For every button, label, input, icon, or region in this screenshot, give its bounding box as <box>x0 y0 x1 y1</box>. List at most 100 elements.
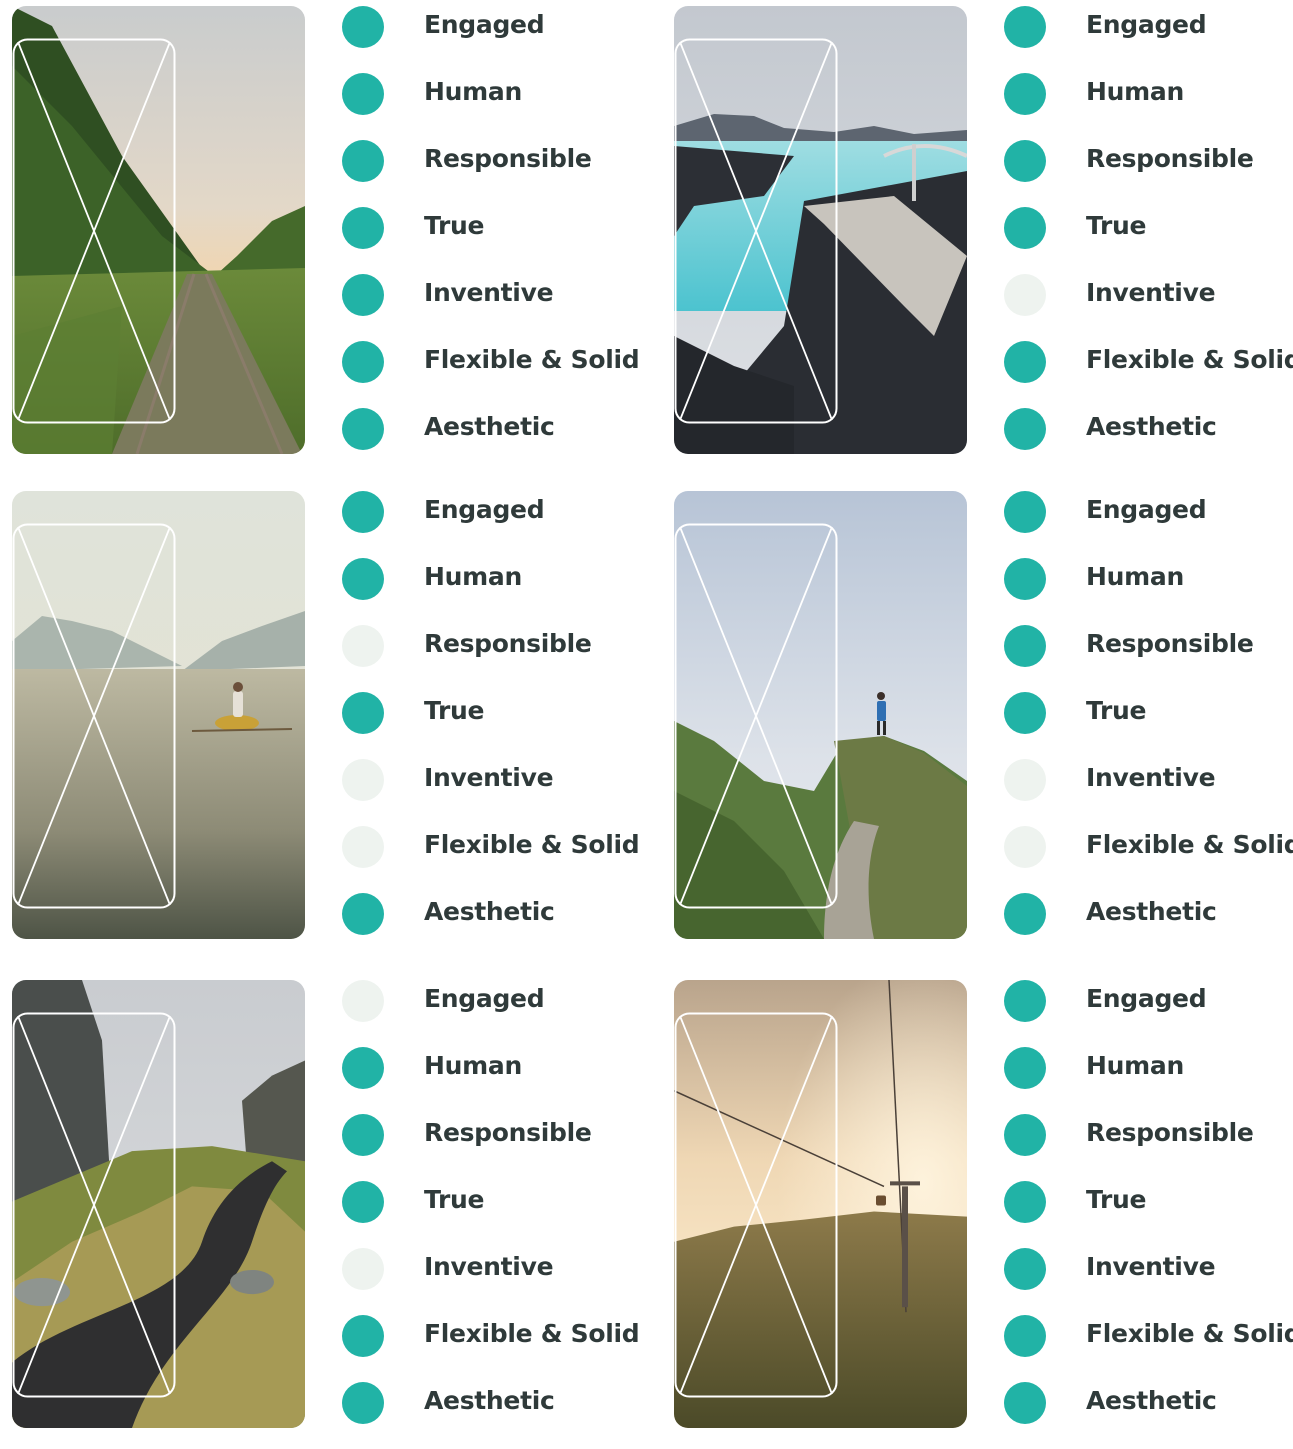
trait-inventive: Inventive <box>1004 1248 1293 1315</box>
trait-flexible-solid: Flexible & Solid <box>1004 1315 1293 1382</box>
trait-label: Human <box>424 77 522 106</box>
hiker-ridge-image <box>674 491 967 939</box>
trait-label: Human <box>1086 77 1184 106</box>
trait-list: Engaged Human Responsible True Inventive… <box>342 980 662 1449</box>
trait-label: Flexible & Solid <box>1086 830 1293 859</box>
photo-blue-lagoon-boardwalk <box>674 6 967 454</box>
trait-indicator <box>1004 1315 1046 1357</box>
trait-indicator <box>1004 1047 1046 1089</box>
trait-flexible-solid: Flexible & Solid <box>342 826 662 893</box>
trait-label: True <box>1086 696 1147 725</box>
trait-label: Aesthetic <box>424 897 555 926</box>
trait-indicator <box>1004 1181 1046 1223</box>
trait-label: Responsible <box>424 144 592 173</box>
trait-responsible: Responsible <box>1004 140 1293 207</box>
trait-true: True <box>342 692 662 759</box>
trait-label: Engaged <box>1086 984 1207 1013</box>
trait-aesthetic: Aesthetic <box>342 408 662 475</box>
trait-label: Inventive <box>424 278 554 307</box>
trait-indicator <box>1004 692 1046 734</box>
trait-indicator <box>342 140 384 182</box>
trait-flexible-solid: Flexible & Solid <box>342 341 662 408</box>
card-5: Engaged Human Responsible True Inventive… <box>12 980 662 1430</box>
trait-responsible: Responsible <box>1004 1114 1293 1181</box>
trait-label: Engaged <box>424 10 545 39</box>
trait-label: Engaged <box>424 984 545 1013</box>
canyon-path-image <box>12 980 305 1428</box>
trait-label: Human <box>424 562 522 591</box>
trait-human: Human <box>1004 73 1293 140</box>
trait-label: Responsible <box>1086 1118 1254 1147</box>
trait-engaged: Engaged <box>1004 6 1293 73</box>
trait-inventive: Inventive <box>342 1248 662 1315</box>
trait-indicator <box>342 558 384 600</box>
trait-indicator <box>342 73 384 115</box>
photo-lake-rowboat <box>12 491 305 939</box>
trait-label: Inventive <box>1086 763 1216 792</box>
trait-label: True <box>1086 211 1147 240</box>
trait-engaged: Engaged <box>1004 491 1293 558</box>
trait-inventive: Inventive <box>1004 274 1293 341</box>
trait-engaged: Engaged <box>342 491 662 558</box>
trait-label: Engaged <box>1086 495 1207 524</box>
trait-indicator <box>1004 73 1046 115</box>
trait-flexible-solid: Flexible & Solid <box>1004 826 1293 893</box>
trait-indicator <box>342 1315 384 1357</box>
trait-label: Human <box>1086 1051 1184 1080</box>
trait-true: True <box>342 207 662 274</box>
trait-inventive: Inventive <box>342 759 662 826</box>
trait-label: Inventive <box>1086 1252 1216 1281</box>
trait-responsible: Responsible <box>342 625 662 692</box>
trait-label: Responsible <box>1086 629 1254 658</box>
trait-label: True <box>424 1185 485 1214</box>
trait-indicator <box>342 1382 384 1424</box>
trait-responsible: Responsible <box>1004 625 1293 692</box>
trait-indicator <box>1004 625 1046 667</box>
trait-indicator <box>342 6 384 48</box>
trait-list: Engaged Human Responsible True Inventive… <box>1004 6 1293 475</box>
trait-human: Human <box>342 73 662 140</box>
trait-label: Human <box>1086 562 1184 591</box>
trait-responsible: Responsible <box>342 1114 662 1181</box>
trait-label: Responsible <box>424 629 592 658</box>
blue-lagoon-image <box>674 6 967 454</box>
trait-human: Human <box>1004 558 1293 625</box>
trait-true: True <box>1004 692 1293 759</box>
trait-label: Aesthetic <box>424 1386 555 1415</box>
trait-indicator <box>1004 558 1046 600</box>
trait-inventive: Inventive <box>1004 759 1293 826</box>
trait-true: True <box>342 1181 662 1248</box>
trait-label: Responsible <box>1086 144 1254 173</box>
trait-aesthetic: Aesthetic <box>1004 408 1293 475</box>
trait-aesthetic: Aesthetic <box>342 893 662 960</box>
lake-rowboat-image <box>12 491 305 939</box>
railway-forest-image <box>12 6 305 454</box>
photo-cable-car-forest <box>674 980 967 1428</box>
trait-indicator <box>342 341 384 383</box>
trait-indicator <box>342 826 384 868</box>
trait-true: True <box>1004 1181 1293 1248</box>
card-2: Engaged Human Responsible True Inventive… <box>674 6 1293 456</box>
trait-human: Human <box>342 1047 662 1114</box>
trait-indicator <box>1004 759 1046 801</box>
trait-indicator <box>1004 6 1046 48</box>
trait-label: Flexible & Solid <box>424 1319 640 1348</box>
trait-label: Engaged <box>424 495 545 524</box>
trait-label: Flexible & Solid <box>1086 1319 1293 1348</box>
trait-indicator <box>1004 826 1046 868</box>
trait-inventive: Inventive <box>342 274 662 341</box>
trait-label: Aesthetic <box>1086 897 1217 926</box>
trait-engaged: Engaged <box>1004 980 1293 1047</box>
trait-responsible: Responsible <box>342 140 662 207</box>
trait-label: Flexible & Solid <box>1086 345 1293 374</box>
trait-list: Engaged Human Responsible True Inventive… <box>1004 491 1293 960</box>
trait-label: Aesthetic <box>424 412 555 441</box>
trait-label: True <box>1086 1185 1147 1214</box>
trait-indicator <box>342 980 384 1022</box>
card-1: Engaged Human Responsible True Inventive… <box>12 6 662 456</box>
trait-label: Human <box>424 1051 522 1080</box>
trait-list: Engaged Human Responsible True Inventive… <box>342 6 662 475</box>
trait-engaged: Engaged <box>342 980 662 1047</box>
trait-indicator <box>342 692 384 734</box>
trait-label: Responsible <box>424 1118 592 1147</box>
